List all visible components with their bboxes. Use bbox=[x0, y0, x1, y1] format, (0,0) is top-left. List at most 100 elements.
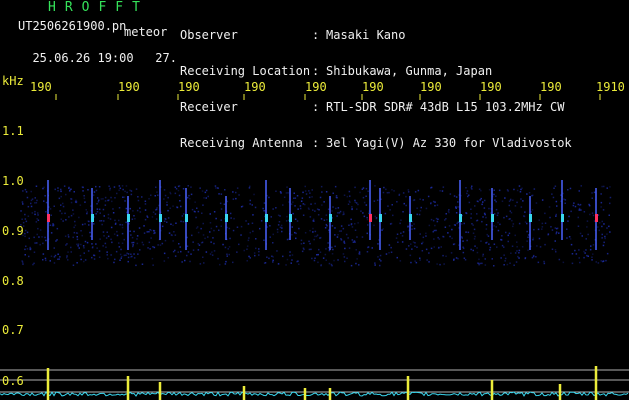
noise-dot bbox=[275, 190, 277, 192]
noise-dot bbox=[251, 204, 253, 206]
noise-dot bbox=[60, 204, 62, 206]
noise-dot bbox=[320, 264, 322, 267]
noise-dot bbox=[493, 225, 495, 227]
noise-dot bbox=[554, 249, 557, 251]
noise-dot bbox=[332, 192, 334, 194]
noise-dot bbox=[385, 253, 388, 255]
noise-dot bbox=[277, 263, 280, 265]
noise-dot bbox=[605, 259, 607, 262]
noise-dot bbox=[402, 192, 405, 194]
noise-dot bbox=[506, 263, 509, 266]
noise-dot bbox=[323, 219, 326, 221]
noise-dot bbox=[493, 243, 496, 245]
noise-dot bbox=[408, 245, 410, 247]
noise-dot bbox=[44, 195, 46, 197]
noise-dot bbox=[507, 234, 509, 237]
noise-dot bbox=[186, 196, 189, 199]
noise-dot bbox=[224, 246, 227, 249]
noise-dot bbox=[282, 255, 284, 258]
noise-dot bbox=[105, 246, 107, 248]
noise-dot bbox=[110, 226, 113, 229]
noise-dot bbox=[527, 249, 529, 251]
noise-dot bbox=[436, 204, 439, 206]
noise-dot bbox=[72, 236, 74, 239]
noise-dot bbox=[558, 258, 561, 261]
noise-dot bbox=[31, 198, 34, 200]
noise-dot bbox=[314, 202, 316, 205]
noise-dot bbox=[577, 216, 579, 219]
noise-dot bbox=[516, 201, 518, 204]
noise-dot bbox=[229, 237, 231, 240]
noise-dot bbox=[113, 261, 115, 264]
noise-dot bbox=[194, 201, 196, 203]
noise-dot bbox=[480, 197, 482, 200]
noise-dot bbox=[340, 230, 342, 232]
noise-dot bbox=[588, 204, 591, 207]
noise-dot bbox=[474, 235, 476, 238]
noise-dot bbox=[198, 244, 201, 246]
noise-dot bbox=[211, 254, 214, 256]
noise-dot bbox=[36, 199, 38, 202]
noise-dot bbox=[482, 216, 484, 218]
noise-dot bbox=[419, 257, 421, 259]
noise-dot bbox=[187, 251, 190, 253]
noise-dot bbox=[166, 221, 168, 223]
noise-dot bbox=[91, 256, 93, 259]
noise-dot bbox=[294, 231, 296, 234]
noise-dot bbox=[134, 218, 136, 220]
noise-dot bbox=[422, 236, 425, 239]
noise-dot bbox=[312, 209, 314, 211]
noise-dot bbox=[564, 199, 567, 201]
noise-dot bbox=[601, 185, 603, 188]
noise-dot bbox=[292, 212, 294, 215]
noise-dot bbox=[110, 254, 112, 256]
noise-dot bbox=[207, 236, 209, 238]
noise-dot bbox=[172, 224, 174, 227]
noise-dot bbox=[139, 207, 141, 209]
noise-dot bbox=[578, 190, 580, 192]
noise-dot bbox=[42, 253, 45, 255]
noise-dot bbox=[606, 252, 609, 255]
noise-dot bbox=[437, 236, 439, 239]
noise-dot bbox=[104, 200, 107, 202]
noise-dot bbox=[413, 223, 415, 225]
noise-dot bbox=[374, 185, 376, 187]
noise-dot bbox=[258, 250, 260, 253]
noise-dot bbox=[57, 258, 59, 260]
noise-dot bbox=[475, 220, 478, 222]
noise-dot bbox=[177, 251, 179, 253]
noise-dot bbox=[355, 262, 357, 265]
noise-dot bbox=[83, 260, 85, 263]
noise-dot bbox=[331, 246, 333, 249]
noise-dot bbox=[101, 223, 103, 226]
noise-dot bbox=[482, 255, 484, 257]
noise-dot bbox=[316, 208, 319, 210]
noise-dot bbox=[65, 219, 67, 221]
noise-dot bbox=[106, 254, 108, 256]
noise-dot bbox=[374, 264, 376, 266]
noise-dot bbox=[567, 220, 569, 222]
noise-dot bbox=[442, 235, 444, 238]
noise-dot bbox=[351, 239, 354, 241]
noise-dot bbox=[119, 223, 121, 226]
noise-dot bbox=[96, 197, 99, 199]
noise-dot bbox=[308, 190, 310, 192]
noise-dot bbox=[133, 230, 135, 233]
noise-dot bbox=[147, 247, 149, 249]
noise-dot bbox=[434, 201, 436, 203]
noise-dot bbox=[483, 207, 486, 209]
noise-dot bbox=[279, 226, 282, 229]
noise-dot bbox=[387, 205, 389, 207]
noise-dot bbox=[391, 189, 393, 191]
noise-dot bbox=[327, 246, 330, 249]
noise-dot bbox=[310, 203, 312, 205]
noise-dot bbox=[249, 203, 251, 205]
noise-dot bbox=[481, 262, 483, 265]
noise-dot bbox=[308, 208, 310, 210]
noise-dot bbox=[586, 226, 588, 228]
noise-dot bbox=[524, 257, 527, 259]
noise-dot bbox=[220, 225, 222, 227]
noise-dot bbox=[111, 200, 113, 203]
noise-dot bbox=[163, 189, 166, 191]
noise-dot bbox=[259, 227, 261, 230]
